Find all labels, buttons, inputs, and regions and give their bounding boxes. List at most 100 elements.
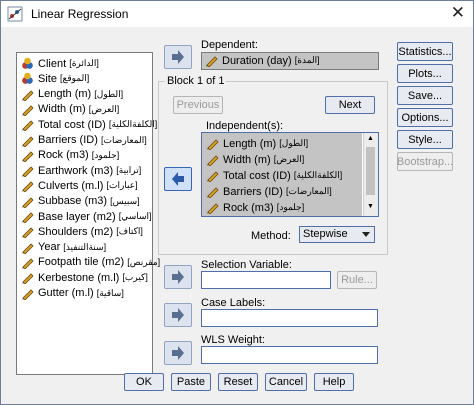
cancel-button[interactable]: Cancel (265, 373, 307, 391)
independent-label: Barriers (ID) (223, 185, 283, 198)
scale-variable-icon (207, 155, 219, 166)
linear-regression-dialog: Linear Regression ✕ Client [الدائرة] Site… (0, 0, 474, 405)
variable-arabic-label: [سنةالتنفيذ] (63, 241, 107, 252)
next-button[interactable]: Next (325, 96, 375, 114)
wls-weight-label: WLS Weight: (201, 334, 265, 346)
variable-label: Width (m) (38, 103, 86, 116)
variable-arabic-label: [الدائرة] (69, 58, 99, 68)
style-button[interactable]: Style... (397, 130, 453, 149)
scale-variable-icon (22, 243, 34, 254)
paste-button[interactable]: Paste (171, 373, 211, 391)
variable-list[interactable]: Client [الدائرة] Site [الموقع] Length (m) … (16, 52, 160, 375)
variable-label: Culverts (m.l) (38, 179, 104, 192)
variable-item[interactable]: Length (m) [الطول] (21, 87, 123, 102)
scale-variable-icon (22, 120, 34, 132)
dependent-field[interactable]: Duration (day) [المدة] (201, 52, 379, 70)
selection-variable-field[interactable] (201, 271, 331, 289)
independent-arabic-label: [العرض] (273, 154, 305, 164)
arrow-right-icon (172, 308, 184, 322)
variable-item[interactable]: Client [الدائرة] (21, 56, 99, 71)
previous-button[interactable]: Previous (173, 96, 223, 114)
variable-item[interactable]: Year [سنةالتنفيذ] (21, 240, 106, 255)
variable-item[interactable]: Barriers (ID) [المعارضات] (21, 133, 147, 148)
variable-arabic-label: [جلمود] (91, 149, 120, 160)
independents-scrollbar[interactable]: ▲ ▼ (363, 133, 378, 216)
scroll-down-icon[interactable]: ▼ (367, 203, 374, 210)
move-to-dependent-button[interactable] (164, 45, 192, 69)
arrow-right-icon (172, 270, 184, 284)
help-button[interactable]: Help (314, 373, 354, 391)
method-select[interactable]: Stepwise (299, 226, 375, 243)
arrow-right-icon (172, 50, 184, 64)
close-icon[interactable]: ✕ (451, 3, 465, 23)
variable-arabic-label: [ترابية] (116, 165, 142, 176)
variable-arabic-label: [مقرنص] (127, 256, 161, 267)
rule-button[interactable]: Rule... (337, 271, 377, 289)
independents-list[interactable]: Length (m) [الطول] Width (m) [العرض] Total… (201, 132, 379, 217)
variable-label: Footpath tile (m2) (38, 256, 125, 269)
statistics-button[interactable]: Statistics... (397, 42, 453, 61)
dependent-value: Duration (day) (222, 54, 292, 67)
arrow-right-icon (172, 346, 184, 360)
reset-button[interactable]: Reset (218, 373, 258, 391)
case-labels-field[interactable] (201, 309, 378, 327)
scroll-up-icon[interactable]: ▲ (367, 135, 374, 142)
move-to-selection-button[interactable] (164, 265, 192, 289)
variable-item[interactable]: Width (m) [العرض] (21, 102, 119, 117)
variable-item[interactable]: Gutter (m.l) [ساقية] (21, 286, 124, 301)
regression-app-icon (7, 6, 23, 22)
bootstrap-button[interactable]: Bootstrap... (397, 152, 453, 171)
variable-label: Shoulders (m2) (38, 225, 114, 238)
independent-label: Total cost (ID) (223, 169, 291, 182)
variable-label: Site (38, 72, 57, 85)
variable-item[interactable]: Base layer (m2) [اساسي] (21, 209, 152, 224)
variable-arabic-label: [الطول] (94, 88, 124, 99)
variable-arabic-label: [الموقع] (60, 73, 90, 84)
variable-item[interactable]: Culverts (m.l) [عبارات] (21, 178, 138, 193)
variable-arabic-label: [سبيس] (110, 195, 140, 206)
variable-arabic-label: [عبارات] (106, 180, 138, 191)
ok-button[interactable]: OK (124, 373, 164, 391)
options-button[interactable]: Options... (397, 108, 453, 127)
variable-item[interactable]: Footpath tile (m2) [مقرنص] (21, 255, 160, 270)
scale-variable-icon (22, 258, 34, 269)
variable-item[interactable]: Kerbestone (m.l) [كيرب] (21, 270, 148, 285)
scroll-thumb[interactable] (366, 147, 375, 195)
variable-arabic-label: [اكتاف] (116, 226, 143, 237)
independent-label: Rock (m3) (223, 201, 274, 214)
scale-variable-icon (22, 288, 34, 300)
scale-variable-icon (22, 227, 34, 239)
variable-label: Length (m) (38, 88, 92, 101)
independent-item[interactable]: Length (m) [الطول] (206, 136, 308, 151)
variable-label: Barriers (ID) (38, 134, 98, 146)
variable-item[interactable]: Site [الموقع] (21, 71, 89, 86)
variable-label: Earthwork (m3) (38, 164, 114, 177)
variable-item[interactable]: Rock (m3) [جلمود] (21, 148, 119, 163)
scale-variable-icon (22, 273, 34, 285)
move-to-wls-weight-button[interactable] (164, 341, 192, 365)
independent-item[interactable]: Total cost (ID) [الكلفةالكلية] (206, 168, 342, 183)
variable-label: Total cost (ID) (38, 118, 106, 131)
independent-label: Length (m) (223, 137, 277, 150)
independent-item[interactable]: Barriers (ID) [المعارضات] (206, 184, 332, 199)
variable-item[interactable]: Subbase (m3) [سبيس] (21, 194, 140, 209)
move-to-case-labels-button[interactable] (164, 303, 192, 327)
independent-item[interactable]: Rock (m3) [جلمود] (206, 200, 304, 215)
plots-button[interactable]: Plots... (397, 64, 453, 83)
variable-item[interactable]: Shoulders (m2) [اكتاف] (21, 224, 143, 239)
save-button[interactable]: Save... (397, 86, 453, 105)
variable-label: Rock (m3) (38, 149, 89, 162)
block-label: Block 1 of 1 (165, 75, 227, 87)
variable-item[interactable]: Earthwork (m3) [ترابية] (21, 163, 141, 178)
variable-item[interactable]: Total cost (ID) [الكلفةالكلية] (21, 117, 157, 132)
independent-arabic-label: [جلمود] (276, 202, 305, 212)
variable-label: Gutter (m.l) (38, 287, 94, 299)
dependent-arabic: [المدة] (294, 55, 320, 65)
wls-weight-field[interactable] (201, 346, 378, 364)
chevron-down-icon (362, 232, 370, 237)
scale-variable-icon (22, 135, 34, 147)
independent-item[interactable]: Width (m) [العرض] (206, 152, 304, 167)
scale-variable-icon (22, 197, 34, 208)
variable-label: Subbase (m3) (38, 195, 108, 208)
move-to-independents-button[interactable] (164, 167, 192, 191)
